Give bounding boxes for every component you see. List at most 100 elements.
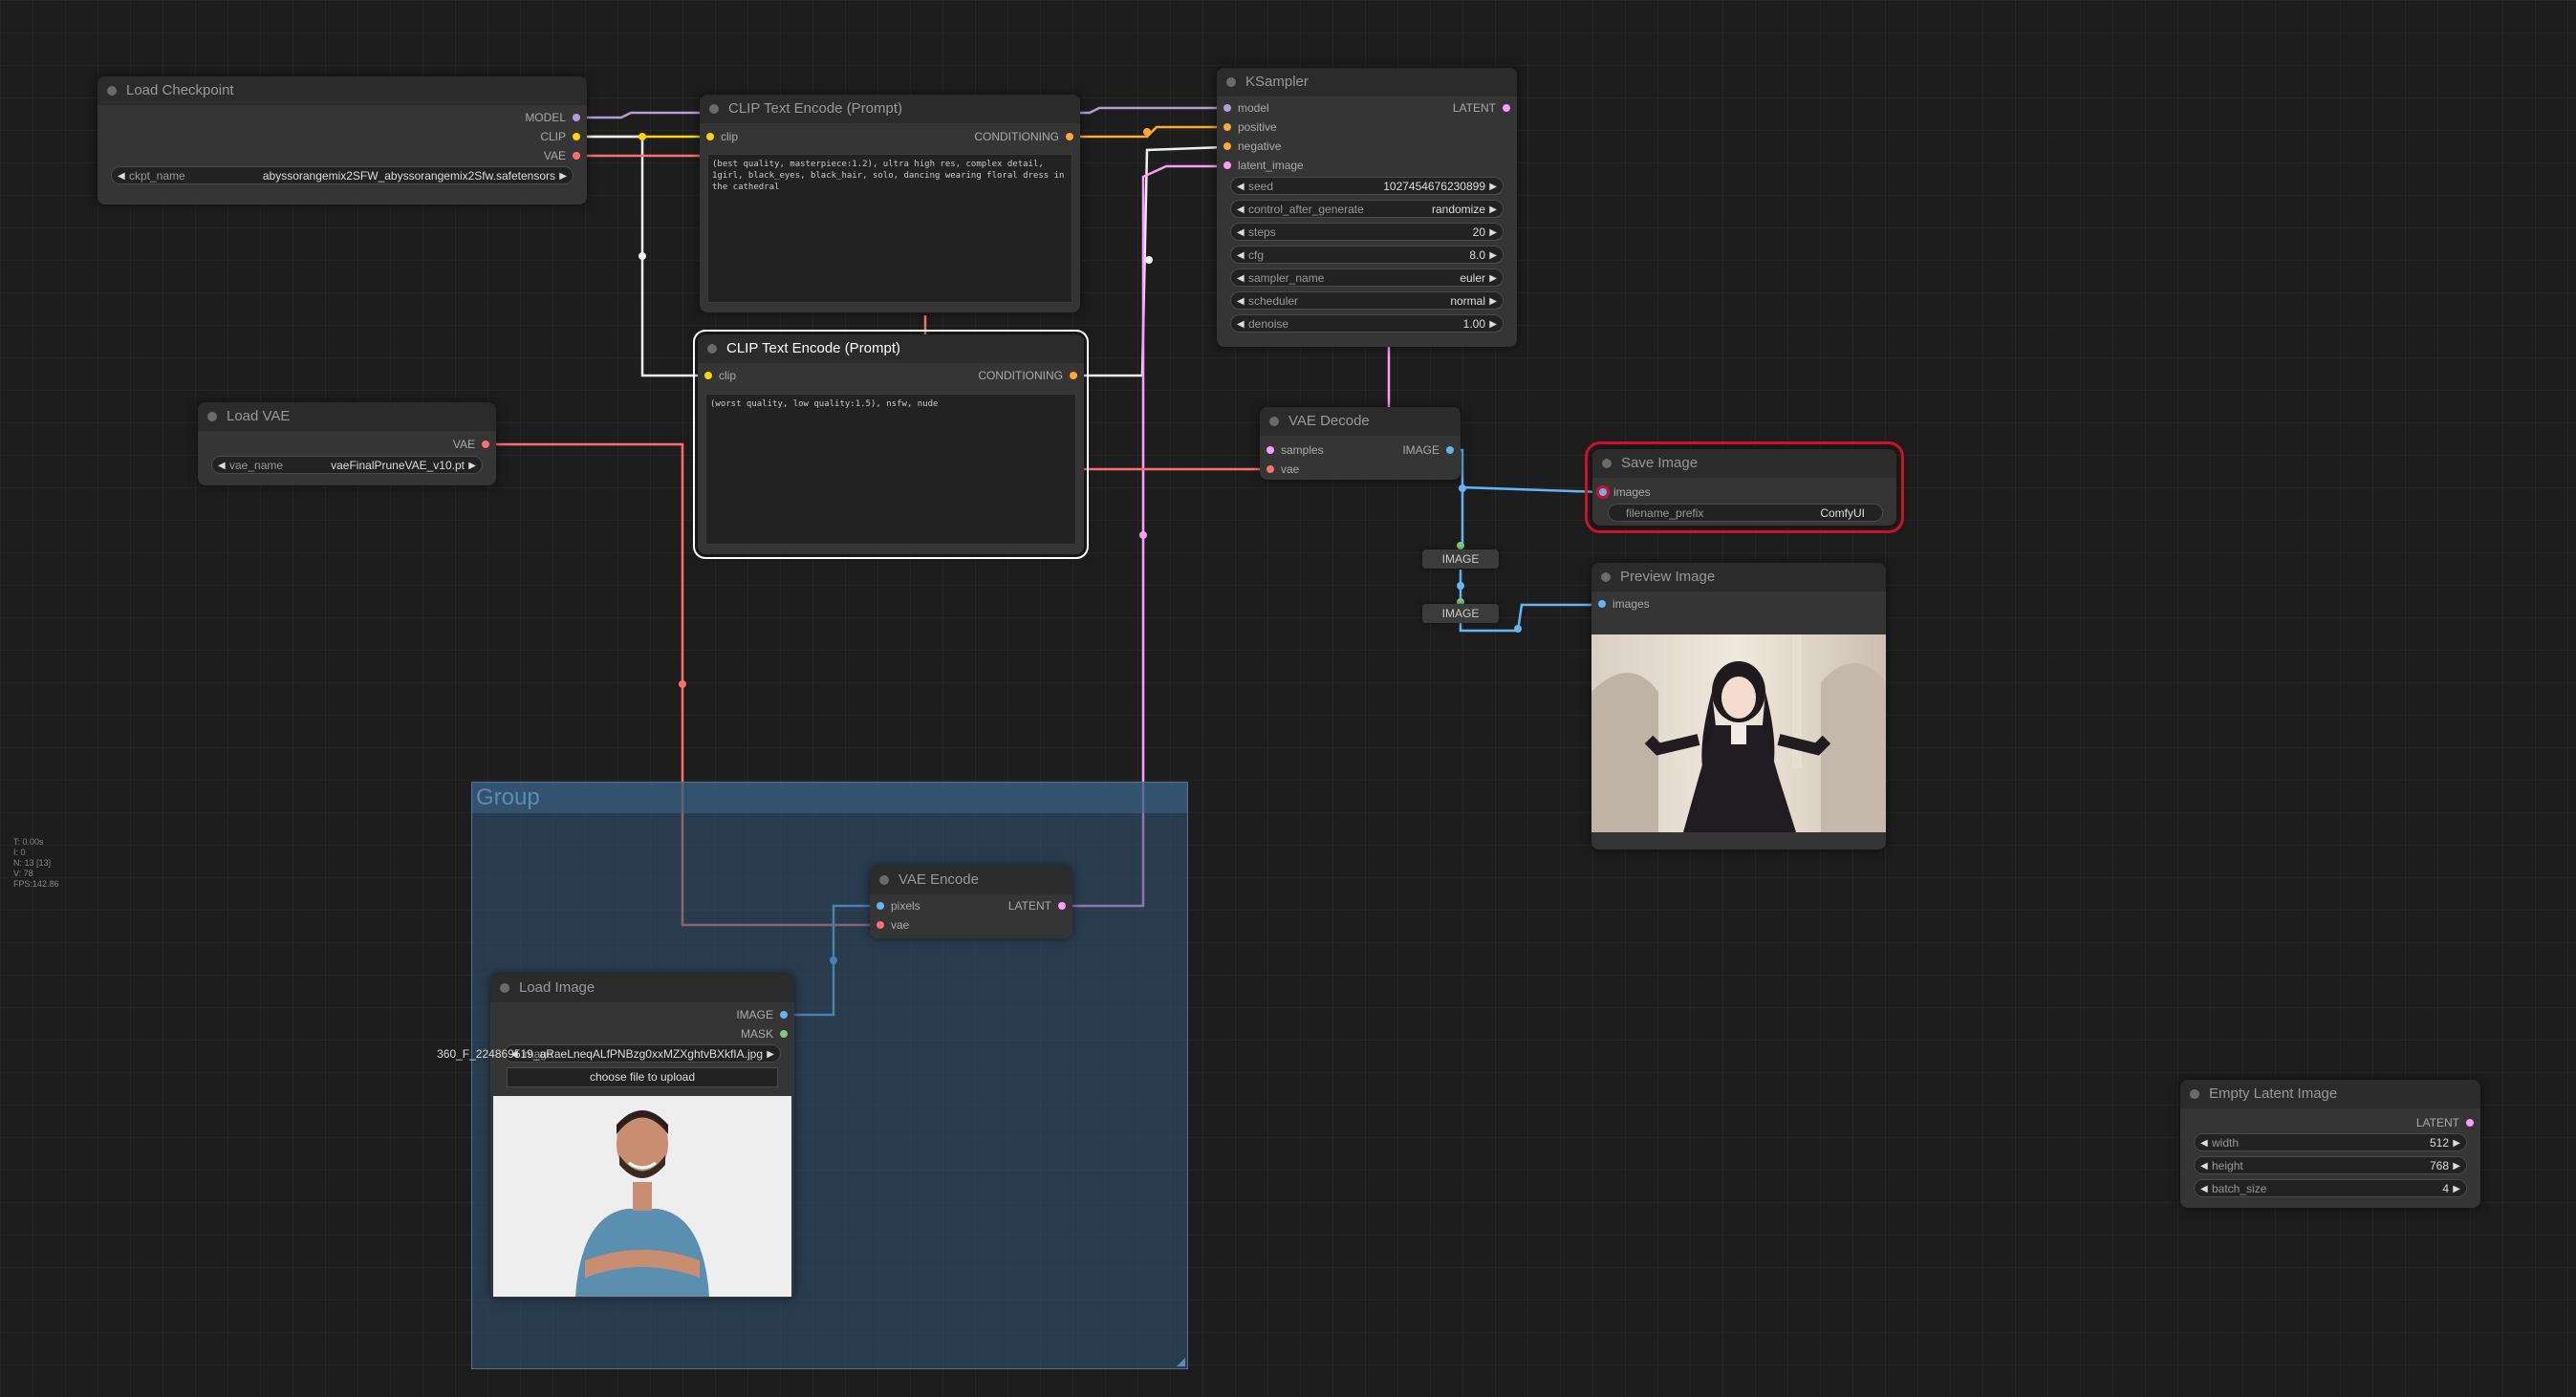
- right-arrow-icon[interactable]: ▶: [2453, 1157, 2460, 1175]
- output-image[interactable]: IMAGE: [1402, 441, 1461, 459]
- output-dot-icon[interactable]: [780, 1011, 788, 1019]
- input-dot-icon[interactable]: [706, 133, 714, 140]
- node-load-checkpoint[interactable]: Load Checkpoint MODEL CLIP VAE ◀ ckpt_nam…: [97, 76, 587, 204]
- denoise-widget[interactable]: ◀ denoise 1.00 ▶: [1230, 314, 1504, 333]
- node-vae-encode[interactable]: VAE Encode pixels LATENT vae: [870, 866, 1072, 938]
- node-title[interactable]: Load VAE: [198, 402, 496, 431]
- left-arrow-icon[interactable]: ◀: [2200, 1134, 2208, 1152]
- input-images[interactable]: images: [1592, 484, 1651, 501]
- output-mask[interactable]: MASK: [741, 1025, 794, 1042]
- collapse-dot-icon[interactable]: [1602, 459, 1612, 468]
- right-arrow-icon[interactable]: ▶: [1489, 224, 1497, 242]
- output-dot-icon[interactable]: [1070, 372, 1077, 379]
- node-clip-text-encode-negative[interactable]: CLIP Text Encode (Prompt) clip CONDITION…: [693, 330, 1089, 559]
- right-arrow-icon[interactable]: ▶: [2453, 1180, 2460, 1198]
- node-title[interactable]: VAE Decode: [1260, 407, 1461, 436]
- left-arrow-icon[interactable]: ◀: [1237, 224, 1245, 242]
- left-arrow-icon[interactable]: ◀: [1237, 247, 1245, 265]
- input-clip[interactable]: clip: [698, 367, 736, 384]
- input-dot-icon[interactable]: [704, 372, 712, 379]
- node-title[interactable]: CLIP Text Encode (Prompt): [698, 334, 1084, 363]
- collapse-dot-icon[interactable]: [1226, 77, 1236, 87]
- output-vae[interactable]: VAE: [453, 436, 496, 453]
- cfg-widget[interactable]: ◀ cfg 8.0 ▶: [1230, 246, 1504, 264]
- output-latent[interactable]: LATENT: [1453, 99, 1517, 117]
- output-vae[interactable]: VAE: [544, 147, 587, 164]
- collapse-dot-icon[interactable]: [107, 86, 117, 96]
- sampler-name-widget[interactable]: ◀ sampler_name euler ▶: [1230, 269, 1504, 287]
- node-preview-image[interactable]: Preview Image images: [1591, 563, 1886, 849]
- seed-widget[interactable]: ◀ seed 1027454676230899 ▶: [1230, 177, 1504, 195]
- right-arrow-icon[interactable]: ▶: [1489, 201, 1497, 219]
- preview-image[interactable]: [1591, 634, 1886, 832]
- collapse-dot-icon[interactable]: [500, 983, 509, 993]
- vae-name-combo[interactable]: ◀ vae_name vaeFinalPruneVAE_v10.pt ▶: [211, 456, 483, 474]
- output-image[interactable]: IMAGE: [736, 1006, 794, 1023]
- right-arrow-icon[interactable]: ▶: [1489, 247, 1497, 265]
- node-title[interactable]: Preview Image: [1591, 563, 1886, 591]
- collapse-dot-icon[interactable]: [879, 875, 889, 885]
- input-positive[interactable]: positive: [1217, 118, 1277, 136]
- uploaded-image[interactable]: [493, 1096, 791, 1297]
- node-title[interactable]: KSampler: [1217, 68, 1517, 97]
- left-arrow-icon[interactable]: ◀: [1237, 269, 1245, 288]
- input-vae[interactable]: vae: [870, 916, 909, 934]
- node-empty-latent-image[interactable]: Empty Latent Image LATENT ◀ width 512 ▶ ◀ he…: [2180, 1080, 2480, 1208]
- input-images[interactable]: images: [1591, 595, 1650, 613]
- left-arrow-icon[interactable]: ◀: [218, 457, 226, 475]
- left-arrow-icon[interactable]: ◀: [1237, 178, 1245, 196]
- node-title[interactable]: Load Image: [490, 974, 794, 1002]
- output-dot-icon[interactable]: [1058, 902, 1066, 910]
- output-dot-icon[interactable]: [1503, 104, 1510, 112]
- batch-size-widget[interactable]: ◀ batch_size 4 ▶: [2194, 1179, 2467, 1197]
- prompt-textarea[interactable]: (best quality, masterpiece:1.2), ultra h…: [707, 154, 1072, 303]
- input-dot-icon[interactable]: [877, 902, 884, 910]
- input-latent-image[interactable]: latent_image: [1217, 157, 1304, 174]
- output-dot-icon[interactable]: [1446, 446, 1454, 454]
- filename-prefix-input[interactable]: filename_prefix ComfyUI: [1608, 504, 1883, 522]
- input-vae[interactable]: vae: [1260, 461, 1299, 478]
- left-arrow-icon[interactable]: ◀: [118, 167, 125, 185]
- input-dot-icon[interactable]: [1266, 446, 1274, 454]
- right-arrow-icon[interactable]: ▶: [1489, 315, 1497, 333]
- height-widget[interactable]: ◀ height 768 ▶: [2194, 1156, 2467, 1174]
- group-title[interactable]: Group: [472, 783, 1187, 813]
- right-arrow-icon[interactable]: ▶: [468, 457, 476, 475]
- node-clip-text-encode-positive[interactable]: CLIP Text Encode (Prompt) clip CONDITION…: [700, 95, 1080, 312]
- right-arrow-icon[interactable]: ▶: [1489, 178, 1497, 196]
- output-clip[interactable]: CLIP: [540, 128, 587, 145]
- output-conditioning[interactable]: CONDITIONING: [974, 128, 1080, 145]
- input-dot-icon[interactable]: [1223, 123, 1231, 131]
- node-vae-decode[interactable]: VAE Decode samples IMAGE vae: [1260, 407, 1461, 480]
- node-title[interactable]: Empty Latent Image: [2180, 1080, 2480, 1108]
- left-arrow-icon[interactable]: ◀: [1237, 292, 1245, 311]
- output-dot-icon[interactable]: [573, 152, 580, 160]
- output-dot-icon[interactable]: [780, 1030, 788, 1038]
- node-load-vae[interactable]: Load VAE VAE ◀ vae_name vaeFinalPruneVAE_v…: [198, 402, 496, 485]
- scheduler-widget[interactable]: ◀ scheduler normal ▶: [1230, 291, 1504, 310]
- collapse-dot-icon[interactable]: [207, 412, 217, 421]
- node-title[interactable]: Save Image: [1592, 449, 1896, 478]
- reroute-node-1[interactable]: IMAGE: [1422, 549, 1499, 569]
- collapse-dot-icon[interactable]: [1601, 572, 1611, 582]
- left-arrow-icon[interactable]: ◀: [1237, 315, 1245, 333]
- left-arrow-icon[interactable]: ◀: [1237, 201, 1245, 219]
- input-model[interactable]: model: [1217, 99, 1269, 117]
- choose-file-button[interactable]: choose file to upload: [507, 1067, 778, 1087]
- output-latent[interactable]: LATENT: [2416, 1114, 2480, 1131]
- steps-widget[interactable]: ◀ steps 20 ▶: [1230, 223, 1504, 241]
- output-dot-icon[interactable]: [2466, 1119, 2474, 1127]
- right-arrow-icon[interactable]: ▶: [559, 167, 567, 185]
- group-resize-handle[interactable]: [1177, 1358, 1185, 1366]
- reroute-node-2[interactable]: IMAGE: [1422, 604, 1499, 623]
- output-conditioning[interactable]: CONDITIONING: [978, 367, 1084, 384]
- collapse-dot-icon[interactable]: [709, 104, 719, 114]
- collapse-dot-icon[interactable]: [707, 344, 717, 354]
- input-clip[interactable]: clip: [700, 128, 738, 145]
- output-dot-icon[interactable]: [573, 133, 580, 140]
- node-load-image[interactable]: Load Image IMAGE MASK ◀ image 360_F_2248…: [437, 974, 794, 1299]
- left-arrow-icon[interactable]: ◀: [2200, 1157, 2208, 1175]
- output-latent[interactable]: LATENT: [1008, 897, 1072, 914]
- image-combo[interactable]: ◀ image 360_F_224869519_aRaeLneqALfPNBzg…: [437, 1044, 781, 1063]
- prompt-textarea[interactable]: (worst quality, low quality:1.5), nsfw, …: [705, 394, 1076, 545]
